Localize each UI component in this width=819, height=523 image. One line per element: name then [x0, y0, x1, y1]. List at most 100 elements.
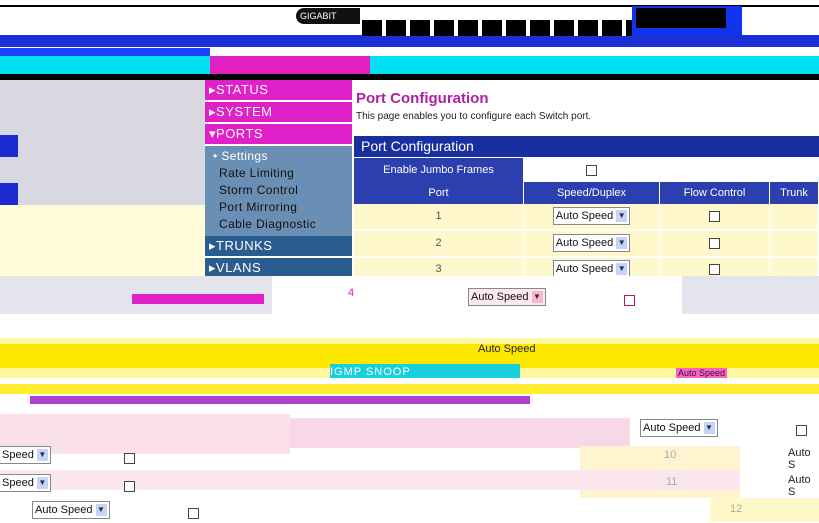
flow-control-cell: [124, 478, 135, 496]
column-header-speed-duplex: Speed/Duplex: [524, 182, 660, 204]
nav-item-trunks[interactable]: ▸TRUNKS: [205, 236, 352, 256]
header-cyan-strip: [0, 56, 819, 74]
flow-control-checkbox[interactable]: [709, 237, 720, 249]
trunk-cell: [770, 231, 819, 256]
port-cell: 10: [664, 449, 677, 461]
speed-select-value: Auto Speed: [35, 504, 93, 516]
flow-control-cell: [660, 204, 770, 229]
chevron-down-icon: ▼: [531, 291, 543, 304]
glitch-band: [0, 314, 819, 338]
ports-submenu: • Settings Rate Limiting Storm Control P…: [205, 146, 352, 236]
submenu-item-port-mirroring[interactable]: Port Mirroring: [205, 199, 352, 216]
chevron-down-icon: ▼: [616, 237, 628, 250]
speed-cell: Auto Speed ▼: [640, 419, 718, 437]
speed-select[interactable]: Speed ▼: [0, 446, 51, 464]
speed-select[interactable]: Auto Speed ▼: [640, 419, 718, 437]
brand-logo: GIGABIT: [296, 8, 360, 24]
submenu-item-cable-diagnostic[interactable]: Cable Diagnostic: [205, 216, 352, 233]
flow-control-checkbox[interactable]: [796, 425, 807, 437]
speed-cell: Speed ▼: [0, 474, 51, 492]
flow-control-checkbox[interactable]: [124, 481, 135, 493]
port-cell: 11: [666, 476, 678, 488]
speed-cell: Auto Speed ▼: [524, 258, 660, 279]
port-cell: 2: [354, 231, 524, 256]
glitch-speed-text: Auto S: [788, 474, 811, 498]
trunk-cell: [770, 258, 819, 276]
left-panel-marker: [0, 183, 18, 205]
glitch-band: [0, 470, 740, 490]
flow-control-checkbox[interactable]: [709, 263, 720, 275]
speed-cell: Auto Speed ▼: [32, 501, 110, 519]
nav-item-status[interactable]: ▸STATUS: [205, 80, 352, 100]
device-image-panel: [636, 8, 726, 28]
speed-select-value: Auto Speed: [555, 263, 614, 276]
submenu-item-rate-limiting[interactable]: Rate Limiting: [205, 165, 352, 182]
sidebar: ▸STATUS ▸SYSTEM ▾PORTS • Settings Rate L…: [205, 80, 352, 278]
flow-control-checkbox[interactable]: [624, 295, 635, 307]
port-cell: 12: [730, 503, 743, 515]
chevron-down-icon: ▼: [616, 263, 628, 276]
jumbo-frames-filler: [660, 158, 819, 182]
speed-select-value: Speed: [2, 477, 34, 489]
glitch-band: [132, 294, 264, 304]
glitch-band: [0, 384, 819, 394]
jumbo-frames-cell: [524, 158, 660, 182]
speed-cell: Auto Speed ▼: [524, 204, 660, 229]
left-panel-marker: [0, 135, 18, 157]
jumbo-frames-checkbox[interactable]: [586, 164, 597, 176]
speed-select-value: Auto Speed: [555, 237, 614, 250]
switch-ports-graphic: [362, 20, 632, 36]
page-description: This page enables you to configure each …: [356, 111, 592, 122]
flow-control-checkbox[interactable]: [188, 508, 199, 520]
chevron-down-icon: ▼: [703, 422, 715, 435]
flow-control-checkbox[interactable]: [124, 453, 135, 465]
header-blue-strip: [0, 35, 819, 47]
page-title: Port Configuration: [356, 90, 489, 107]
speed-select[interactable]: Speed ▼: [0, 474, 51, 492]
left-panel-rows: [0, 205, 205, 276]
glitch-band: [290, 418, 630, 448]
speed-select[interactable]: Auto Speed ▼: [552, 207, 631, 226]
flow-control-cell: [660, 231, 770, 256]
chevron-down-icon: ▼: [36, 477, 48, 490]
glitch-speed-text: Auto S: [788, 447, 811, 471]
port-cell: 4: [348, 287, 355, 299]
speed-select-value: Auto Speed: [471, 291, 529, 303]
speed-select-value: Auto Speed: [643, 422, 701, 434]
glitch-speed-text: Auto Speed: [478, 343, 536, 355]
speed-select[interactable]: Auto Speed ▼: [468, 288, 546, 306]
config-panel-header: Port Configuration: [354, 136, 819, 157]
flow-control-cell: [796, 422, 807, 440]
trunk-cell: [770, 204, 819, 229]
speed-select-value: Auto Speed: [555, 210, 614, 223]
header-banner: [0, 48, 210, 56]
port-cell: 1: [354, 204, 524, 229]
flow-control-cell: [188, 505, 199, 523]
speed-select[interactable]: Auto Speed ▼: [552, 234, 631, 253]
flow-control-cell: [660, 258, 770, 276]
column-header-trunk: Trunk: [770, 182, 819, 204]
flow-control-checkbox[interactable]: [709, 210, 720, 222]
speed-select-value: Speed: [2, 449, 34, 461]
nav-item-system[interactable]: ▸SYSTEM: [205, 102, 352, 122]
speed-cell: Auto Speed ▼: [524, 231, 660, 256]
submenu-item-storm-control[interactable]: Storm Control: [205, 182, 352, 199]
column-header-port: Port: [354, 182, 524, 204]
header-pink-strip: [210, 56, 370, 74]
glitch-band: [710, 498, 819, 522]
jumbo-frames-label: Enable Jumbo Frames: [354, 158, 524, 182]
flow-control-cell: [124, 450, 135, 468]
speed-select[interactable]: Auto Speed ▼: [32, 501, 110, 519]
chevron-down-icon: ▼: [95, 504, 107, 517]
submenu-item-settings[interactable]: • Settings: [205, 148, 352, 165]
speed-cell: Speed ▼: [0, 446, 51, 464]
speed-cell: Auto Speed ▼: [468, 288, 546, 306]
port-cell: 3: [354, 258, 524, 276]
nav-item-vlans[interactable]: ▸VLANS: [205, 258, 352, 278]
chevron-down-icon: ▼: [616, 210, 628, 223]
nav-item-ports[interactable]: ▾PORTS: [205, 124, 352, 144]
glitch-speed-text: Auto Speed: [676, 368, 728, 378]
column-header-flow-control: Flow Control: [660, 182, 770, 204]
flow-control-cell: [624, 292, 635, 310]
glitch-band: [30, 396, 530, 404]
